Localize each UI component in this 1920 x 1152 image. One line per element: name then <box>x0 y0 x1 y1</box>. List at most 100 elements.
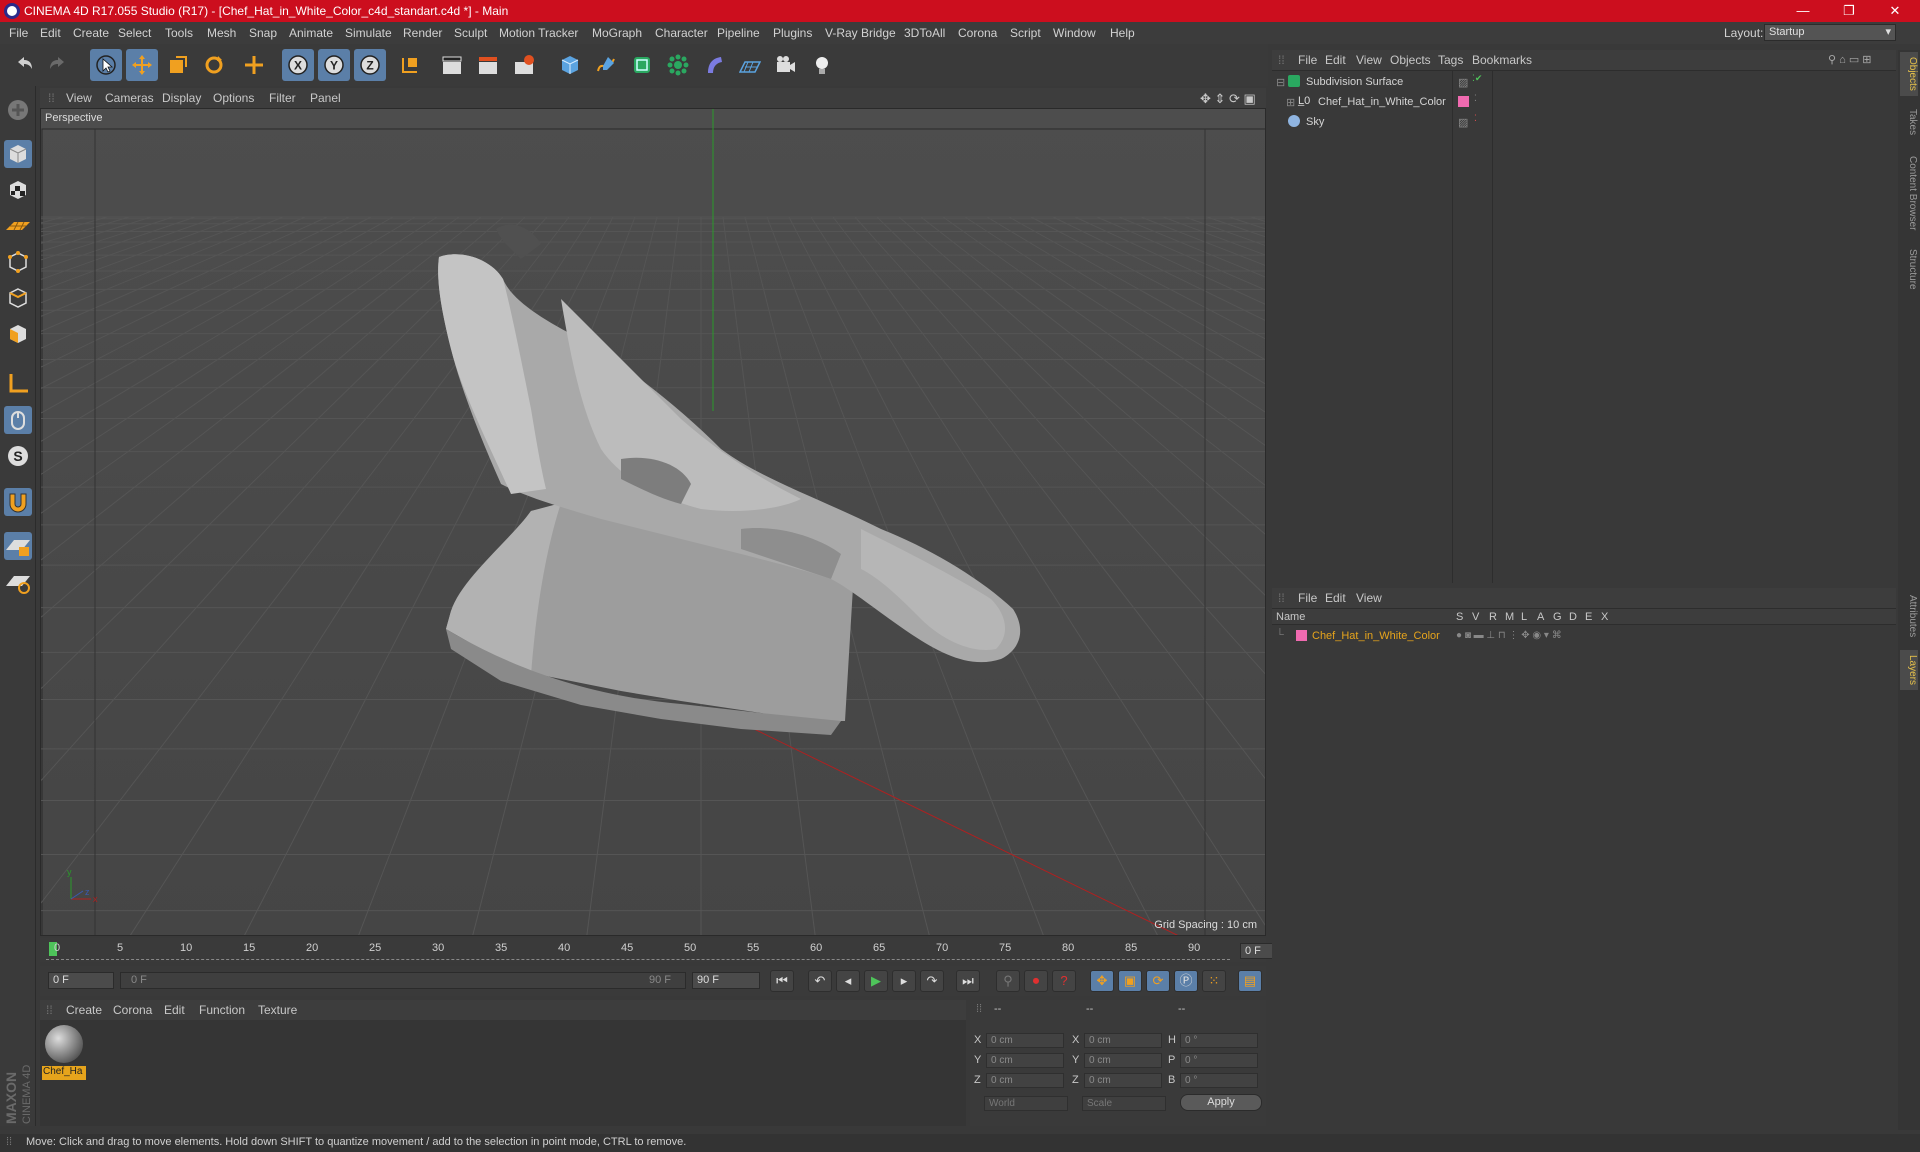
menu-plugins[interactable]: Plugins <box>773 26 812 40</box>
pos-y-field[interactable]: 0 cm <box>986 1053 1064 1068</box>
goto-start-button[interactable]: ⏮ <box>770 970 794 992</box>
viewport-camera-label[interactable]: Perspective <box>45 112 102 124</box>
object-name[interactable]: Sky <box>1306 116 1324 128</box>
material-menu-corona[interactable]: Corona <box>113 1003 152 1017</box>
viewport-menu-options[interactable]: Options <box>213 91 254 105</box>
autokey-button[interactable]: ⏺ <box>1024 970 1048 992</box>
col-l[interactable]: L <box>1521 611 1527 623</box>
workplane-mode-button[interactable] <box>4 212 32 240</box>
add-mograph-button[interactable] <box>662 49 694 81</box>
tab-objects[interactable]: Objects <box>1900 52 1918 96</box>
menu-edit[interactable]: Edit <box>40 26 61 40</box>
tab-layers[interactable]: Layers <box>1900 650 1918 690</box>
menu-create[interactable]: Create <box>73 26 109 40</box>
add-spline-button[interactable] <box>590 49 622 81</box>
pos-z-field[interactable]: 0 cm <box>986 1073 1064 1088</box>
om-menu-objects[interactable]: Objects <box>1390 53 1431 67</box>
layer-row[interactable]: └ Chef_Hat_in_White_Color ● ◙ ▬ ⊥ ⊓ ⋮ ✥ … <box>1272 627 1896 647</box>
tab-takes[interactable]: Takes <box>1900 102 1918 142</box>
timeline-window-button[interactable]: ▤ <box>1238 970 1262 992</box>
om-menu-view[interactable]: View <box>1356 53 1382 67</box>
point-level-key-button[interactable]: ⁙ <box>1202 970 1226 992</box>
menu-help[interactable]: Help <box>1110 26 1135 40</box>
frame-range-slider[interactable]: 0 F 90 F <box>120 972 686 989</box>
prev-key-button[interactable]: ↶ <box>808 970 832 992</box>
layer-color-swatch[interactable] <box>1296 630 1307 641</box>
add-environment-button[interactable] <box>734 49 766 81</box>
render-view-button[interactable] <box>436 49 468 81</box>
material-menu-create[interactable]: Create <box>66 1003 102 1017</box>
tweak-mode-button[interactable] <box>4 406 32 434</box>
om-menu-tags[interactable]: Tags <box>1438 53 1463 67</box>
object-row-sky[interactable]: Sky ▨ ⁚ <box>1272 113 1896 133</box>
prev-frame-button[interactable]: ◂ <box>836 970 860 992</box>
undo-button[interactable] <box>8 49 40 81</box>
rotation-key-button[interactable]: ⟳ <box>1146 970 1170 992</box>
layer-swatch-icon[interactable]: ▨ <box>1458 116 1468 129</box>
col-g[interactable]: G <box>1553 611 1562 623</box>
viewport-menu-filter[interactable]: Filter <box>269 91 296 105</box>
next-frame-button[interactable]: ▸ <box>892 970 916 992</box>
col-d[interactable]: D <box>1569 611 1577 623</box>
record-keys-button[interactable]: ⚲ <box>996 970 1020 992</box>
add-camera-button[interactable] <box>770 49 802 81</box>
menu-corona[interactable]: Corona <box>958 26 997 40</box>
menu-render[interactable]: Render <box>403 26 442 40</box>
col-name[interactable]: Name <box>1276 611 1305 623</box>
restore-button[interactable]: ❐ <box>1826 0 1872 22</box>
menu-character[interactable]: Character <box>655 26 708 40</box>
size-mode-dropdown[interactable]: Scale <box>1082 1096 1166 1111</box>
size-y-field[interactable]: 0 cm <box>1084 1053 1162 1068</box>
end-frame-field[interactable]: 90 F <box>692 972 760 989</box>
tab-content-browser[interactable]: Content Browser <box>1900 148 1918 238</box>
menu-mograph[interactable]: MoGraph <box>592 26 642 40</box>
menu-animate[interactable]: Animate <box>289 26 333 40</box>
start-frame-field[interactable]: 0 F <box>48 972 114 989</box>
add-light-button[interactable] <box>806 49 838 81</box>
size-x-field[interactable]: 0 cm <box>1084 1033 1162 1048</box>
col-x[interactable]: X <box>1601 611 1608 623</box>
material-swatch[interactable]: Chef_Ha <box>42 1022 86 1082</box>
visibility-dots-icon[interactable]: ⁚ <box>1474 93 1477 104</box>
object-name[interactable]: Chef_Hat_in_White_Color <box>1318 96 1446 108</box>
menu-script[interactable]: Script <box>1010 26 1041 40</box>
layer-swatch-icon[interactable]: ▨ <box>1458 76 1468 89</box>
tab-attributes[interactable]: Attributes <box>1900 588 1918 644</box>
menu-select[interactable]: Select <box>118 26 151 40</box>
coordinate-system-button[interactable] <box>394 49 426 81</box>
coordinate-system-dropdown[interactable]: World <box>984 1096 1068 1111</box>
add-nurbs-button[interactable] <box>626 49 658 81</box>
render-picture-viewer-button[interactable] <box>472 49 504 81</box>
material-menu-function[interactable]: Function <box>199 1003 245 1017</box>
y-axis-lock-button[interactable]: Y <box>318 49 350 81</box>
visibility-dots-icon[interactable]: ⁚✔ <box>1472 73 1482 84</box>
lm-menu-view[interactable]: View <box>1356 591 1382 605</box>
viewport-menu-display[interactable]: Display <box>162 91 201 105</box>
collapse-icon[interactable]: ⊟ <box>1276 76 1285 89</box>
next-key-button[interactable]: ↷ <box>920 970 944 992</box>
position-key-button[interactable]: ✥ <box>1090 970 1114 992</box>
z-axis-lock-button[interactable]: Z <box>354 49 386 81</box>
col-r[interactable]: R <box>1489 611 1497 623</box>
expand-icon[interactable]: ⊞ <box>1286 96 1295 109</box>
menu-file[interactable]: File <box>9 26 28 40</box>
col-m[interactable]: M <box>1505 611 1514 623</box>
menu-3dtoall[interactable]: 3DToAll <box>904 26 945 40</box>
render-settings-button[interactable] <box>508 49 540 81</box>
object-name[interactable]: Subdivision Surface <box>1306 76 1403 88</box>
rot-b-field[interactable]: 0 ° <box>1180 1073 1258 1088</box>
menu-window[interactable]: Window <box>1053 26 1096 40</box>
axis-mode-button[interactable] <box>4 370 32 398</box>
om-menu-file[interactable]: File <box>1298 53 1317 67</box>
perspective-viewport[interactable]: y z x Perspective Grid Spacing : 10 cm <box>40 108 1266 936</box>
col-e[interactable]: E <box>1585 611 1592 623</box>
close-button[interactable]: ✕ <box>1872 0 1918 22</box>
apply-button[interactable]: Apply <box>1180 1094 1262 1111</box>
material-menu-texture[interactable]: Texture <box>258 1003 297 1017</box>
redo-button[interactable] <box>42 49 74 81</box>
rot-h-field[interactable]: 0 ° <box>1180 1033 1258 1048</box>
viewport-menu-panel[interactable]: Panel <box>310 91 341 105</box>
menu-tools[interactable]: Tools <box>165 26 193 40</box>
model-mode-button[interactable] <box>4 140 32 168</box>
lm-menu-edit[interactable]: Edit <box>1325 591 1346 605</box>
